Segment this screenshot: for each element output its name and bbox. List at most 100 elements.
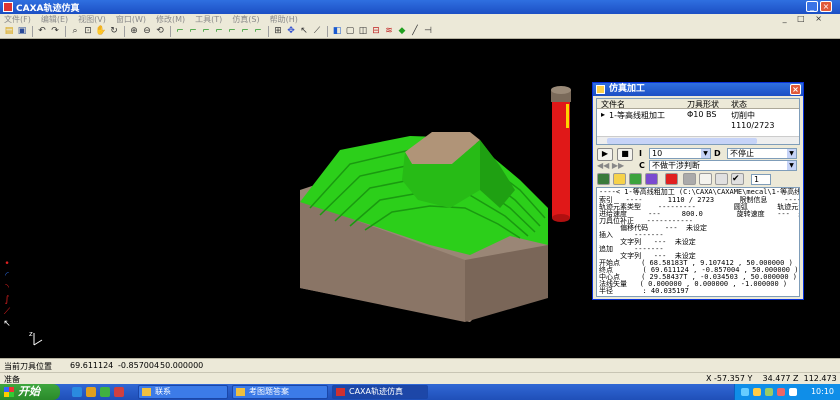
main-toolbar: ▤ ▣ ↶ ↷ ⌕ ⊡ ✋ ↻ ⊕ ⊖ ⟲ ⌐ ⌐ ⌐ ⌐ ⌐ ⌐ ⌐ ⊞ ✥ … (0, 25, 840, 39)
nav-buttons[interactable]: ◀◀ ▶▶ (597, 161, 633, 172)
minimize-button[interactable]: _ (806, 1, 818, 12)
task-answers[interactable]: 考图题答案 (232, 385, 328, 399)
volume-icon[interactable] (753, 388, 761, 396)
step-combo-value: 10 (652, 149, 663, 158)
zoom-icon[interactable]: ⌕ (69, 26, 81, 37)
ruler-icon[interactable]: ⊣ (422, 26, 434, 37)
redo-icon[interactable]: ↷ (49, 26, 61, 37)
box-icon[interactable]: ▢ (344, 26, 356, 37)
media-icon[interactable] (100, 387, 110, 397)
chevron-down-icon[interactable]: ▼ (787, 149, 796, 158)
pan-icon[interactable]: ✋ (95, 26, 107, 37)
ie-icon[interactable] (72, 387, 82, 397)
path-color-icon[interactable] (645, 173, 658, 185)
stop-button[interactable]: ■ (617, 148, 633, 161)
task-label: CAXA轨迹仿真 (349, 387, 404, 396)
edge-icon[interactable]: ╱ (409, 26, 421, 37)
chevron-down-icon[interactable]: ▼ (701, 149, 710, 158)
simulation-log[interactable]: ----< 1-等高线粗加工 (C:\CAXA\CAXAME\mecal\1-等… (596, 187, 800, 297)
rotate-icon[interactable]: ↻ (108, 26, 120, 37)
menu-file[interactable]: 文件(F) (4, 14, 31, 25)
explorer-icon[interactable] (86, 387, 96, 397)
menu-view[interactable]: 视图(V) (78, 14, 106, 25)
menu-help[interactable]: 帮助(H) (270, 14, 298, 25)
green-solid-icon[interactable]: ◆ (396, 26, 408, 37)
security-icon[interactable] (765, 388, 773, 396)
task-contacts[interactable]: 联系 (138, 385, 228, 399)
chevron-down-icon[interactable]: ▼ (787, 161, 796, 170)
view-iso-icon[interactable]: ⌐ (252, 26, 264, 37)
tool-icon[interactable]: ⊟ (370, 26, 382, 37)
path-list-row[interactable]: ▸ 1-等高线粗加工 Φ10 BS 切削中 1110/2723 (597, 110, 799, 130)
row-expand-icon[interactable]: ▸ (601, 110, 605, 119)
point-color-icon[interactable] (665, 173, 678, 185)
point-icon[interactable]: • (1, 258, 13, 270)
ime-icon[interactable] (789, 388, 797, 396)
folder-icon (142, 388, 151, 396)
path-icon[interactable]: ≋ (383, 26, 395, 37)
refresh-icon[interactable]: ⟲ (154, 26, 166, 37)
play-button[interactable]: ▶ (597, 148, 613, 161)
menu-window[interactable]: 窗口(W) (116, 14, 146, 25)
step-combo[interactable]: 10 ▼ (649, 148, 711, 159)
view-front-icon[interactable]: ⌐ (174, 26, 186, 37)
menu-edit[interactable]: 编辑(E) (41, 14, 68, 25)
save-icon[interactable]: ▣ (16, 26, 28, 37)
app-quick-icon[interactable] (114, 387, 124, 397)
filter-icon[interactable] (629, 173, 642, 185)
dialog-close-button[interactable]: × (790, 84, 801, 95)
column-tool-shape[interactable]: 刀具形状 (687, 99, 719, 110)
green-cube-icon[interactable] (597, 173, 610, 185)
line-icon[interactable]: ⟋ (311, 26, 323, 37)
view-right-icon[interactable]: ⌐ (213, 26, 225, 37)
light-icon[interactable] (613, 173, 626, 185)
stop-mode-value: 不停止 (730, 149, 754, 158)
check-icon[interactable]: ✔ (731, 173, 744, 185)
tray-app-icon[interactable] (777, 388, 785, 396)
position-y: -0.857004 (118, 361, 160, 370)
cursor-icon[interactable]: ↖ (1, 318, 13, 330)
stop-mode-combo[interactable]: 不停止 ▼ (727, 148, 797, 159)
mdi-controls[interactable]: _ □ × (783, 14, 826, 23)
curve-icon[interactable]: ∫ (1, 294, 13, 306)
wire-icon[interactable]: ◫ (357, 26, 369, 37)
arc-icon[interactable]: ◜ (1, 270, 13, 282)
shade-icon[interactable]: ◧ (331, 26, 343, 37)
gray-icon[interactable] (683, 173, 696, 185)
view-bottom-icon[interactable]: ⌐ (239, 26, 251, 37)
dialog-icon (596, 85, 605, 94)
close-button[interactable]: × (820, 1, 832, 12)
column-status[interactable]: 状态 (731, 99, 747, 110)
path-list[interactable]: 文件名 刀具形状 状态 ▸ 1-等高线粗加工 Φ10 BS 切削中 1110/2… (596, 98, 800, 145)
task-caxa[interactable]: CAXA轨迹仿真 (332, 385, 428, 399)
view-left-icon[interactable]: ⌐ (200, 26, 212, 37)
list-scrollbar[interactable] (597, 136, 799, 144)
check-mode-combo[interactable]: 不做干涉判断 ▼ (649, 160, 797, 171)
segment-icon[interactable]: ⟋ (1, 306, 13, 318)
menu-modify[interactable]: 修改(M) (156, 14, 185, 25)
toolbar-separator (327, 26, 328, 37)
menu-simulate[interactable]: 仿真(S) (232, 14, 259, 25)
compare-icon[interactable] (715, 173, 728, 185)
view-top-icon[interactable]: ⌐ (226, 26, 238, 37)
windows-flag-icon (4, 387, 14, 397)
zoom-in-icon[interactable]: ⊕ (128, 26, 140, 37)
axis-x (33, 339, 43, 346)
zoom-out-icon[interactable]: ⊖ (141, 26, 153, 37)
undo-icon[interactable]: ↶ (36, 26, 48, 37)
frame-input[interactable]: 1 (751, 174, 771, 185)
view-back-icon[interactable]: ⌐ (187, 26, 199, 37)
open-icon[interactable]: ▤ (3, 26, 15, 37)
zoom-window-icon[interactable]: ⊡ (82, 26, 94, 37)
start-button[interactable]: 开始 (0, 384, 60, 400)
column-filename[interactable]: 文件名 (601, 99, 625, 110)
eraser-icon[interactable] (699, 173, 712, 185)
network-icon[interactable] (741, 388, 749, 396)
log-line: ----< 1-等高线粗加工 (C:\CAXA\CAXAME\mecal\1-等… (599, 188, 800, 196)
scroll-thumb[interactable] (607, 138, 757, 144)
arc2-icon[interactable]: ◝ (1, 282, 13, 294)
select-icon[interactable]: ↖ (298, 26, 310, 37)
move-icon[interactable]: ✥ (285, 26, 297, 37)
menu-tools[interactable]: 工具(T) (195, 14, 222, 25)
measure-icon[interactable]: ⊞ (272, 26, 284, 37)
